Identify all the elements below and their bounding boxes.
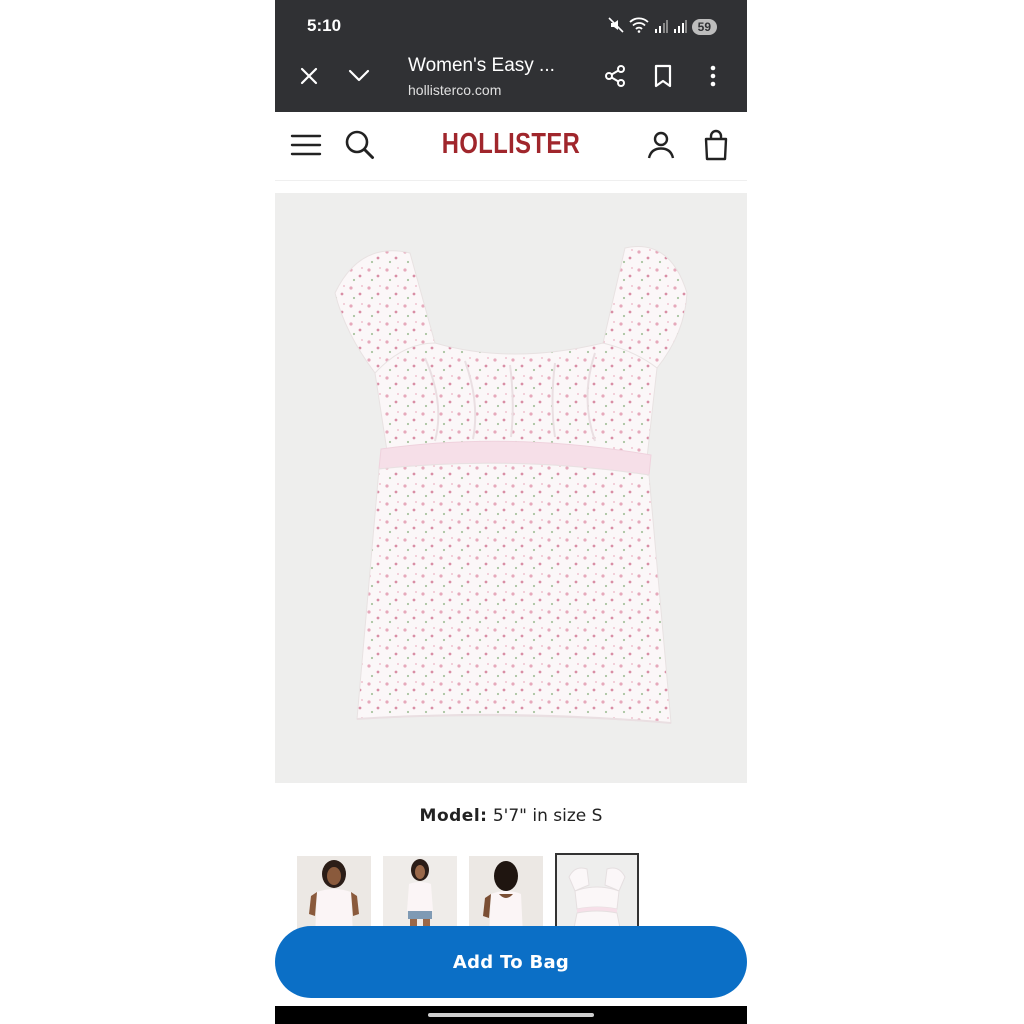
- browser-chrome: 5:10 59 Women's Easy ... hollisterco.com: [275, 0, 747, 112]
- chevron-down-icon: [348, 69, 370, 82]
- model-info: Model: 5'7" in size S: [275, 806, 747, 826]
- thumbnail-strip: [297, 853, 639, 936]
- wifi-icon: [629, 17, 649, 37]
- home-gesture-handle[interactable]: [428, 1013, 594, 1017]
- user-icon: [647, 131, 675, 159]
- shopping-bag-button[interactable]: [697, 126, 735, 164]
- thumbnail-2[interactable]: [383, 856, 457, 936]
- page-url: hollisterco.com: [408, 82, 502, 98]
- close-tab-button[interactable]: [293, 60, 325, 92]
- site-header: HOLLISTER: [275, 112, 747, 181]
- bookmark-icon: [654, 64, 672, 88]
- thumbnail-3[interactable]: [469, 856, 543, 936]
- status-time: 5:10: [307, 16, 342, 35]
- top-garment-illustration: [334, 246, 688, 724]
- close-icon: [300, 67, 318, 85]
- model-label: Model:: [419, 806, 488, 826]
- more-vertical-icon: [710, 65, 716, 87]
- add-to-bag-button[interactable]: Add To Bag: [275, 926, 747, 998]
- minimize-button[interactable]: [343, 60, 375, 92]
- signal-icon-2: [673, 18, 687, 37]
- bookmark-button[interactable]: [647, 60, 679, 92]
- page-title: Women's Easy ...: [408, 55, 555, 76]
- thumbnail-4-selected[interactable]: [555, 853, 639, 935]
- thumbnail-1[interactable]: [297, 856, 371, 936]
- share-icon: [605, 65, 625, 87]
- phone-screen: 5:10 59 Women's Easy ... hollisterco.com: [275, 0, 747, 1024]
- account-button[interactable]: [642, 126, 680, 164]
- share-button[interactable]: [599, 60, 631, 92]
- mute-icon: [608, 17, 624, 37]
- product-image[interactable]: [275, 193, 747, 783]
- navigation-bar: [275, 1006, 747, 1024]
- signal-icon: [654, 18, 668, 37]
- status-icons: 59: [608, 16, 717, 38]
- model-value: 5'7" in size S: [492, 806, 603, 826]
- more-options-button[interactable]: [697, 60, 729, 92]
- battery-indicator: 59: [691, 19, 717, 35]
- shopping-bag-icon: [704, 129, 728, 161]
